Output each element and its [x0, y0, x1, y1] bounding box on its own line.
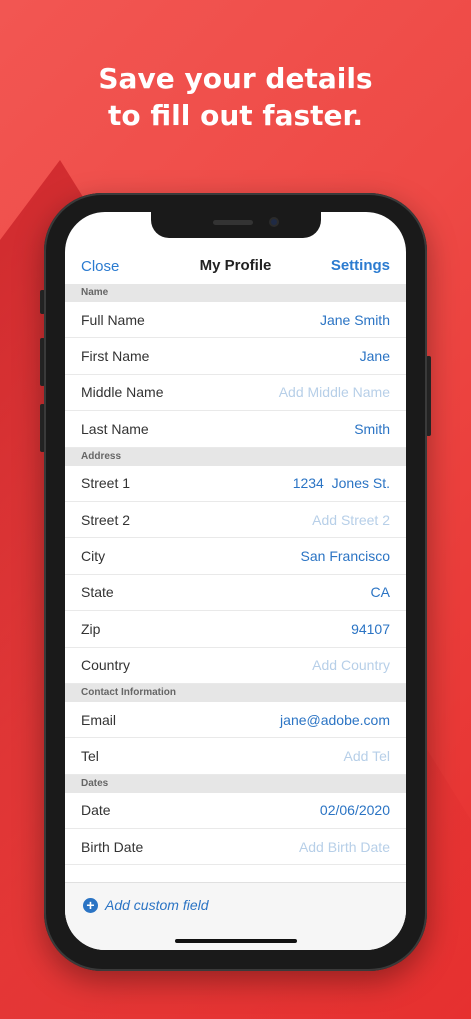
notch [151, 212, 321, 238]
row-placeholder[interactable]: Add Middle Name [279, 384, 390, 400]
row-full-name[interactable]: Full Name Jane Smith [65, 302, 406, 339]
settings-button[interactable]: Settings [331, 257, 390, 274]
row-placeholder[interactable]: Add Country [312, 657, 390, 673]
row-first-name[interactable]: First Name Jane [65, 338, 406, 375]
home-indicator[interactable] [175, 939, 297, 943]
row-email[interactable]: Email jane@adobe.com [65, 702, 406, 739]
row-label: Middle Name [81, 384, 164, 401]
row-middle-name[interactable]: Middle Name Add Middle Name [65, 375, 406, 412]
row-value[interactable]: Smith [354, 421, 390, 437]
row-tel[interactable]: Tel Add Tel [65, 738, 406, 775]
row-city[interactable]: City San Francisco [65, 538, 406, 575]
row-last-name[interactable]: Last Name Smith [65, 411, 406, 448]
row-value[interactable]: Jane Smith [320, 312, 390, 328]
row-value[interactable]: Jane [360, 348, 390, 364]
row-placeholder[interactable]: Add Street 2 [312, 512, 390, 528]
row-value[interactable]: jane@adobe.com [280, 712, 390, 728]
row-value[interactable]: 94107 [351, 621, 390, 637]
row-value[interactable]: 1234 Jones St. [293, 475, 390, 491]
section-header-address: Address [65, 447, 406, 466]
row-label: City [81, 548, 106, 565]
row-label: First Name [81, 348, 150, 365]
footer-bar: + Add custom field [65, 882, 406, 950]
row-label: Street 2 [81, 511, 131, 528]
row-label: Full Name [81, 311, 145, 328]
row-value[interactable]: 02/06/2020 [320, 802, 390, 818]
row-value[interactable]: San Francisco [301, 548, 390, 564]
row-street-2[interactable]: Street 2 Add Street 2 [65, 502, 406, 539]
section-header-contact: Contact Information [65, 683, 406, 702]
section-header-dates: Dates [65, 774, 406, 793]
row-street-1[interactable]: Street 1 1234 Jones St. [65, 466, 406, 502]
row-placeholder[interactable]: Add Tel [344, 748, 390, 764]
row-date[interactable]: Date 02/06/2020 [65, 793, 406, 830]
profile-list: Name Full Name Jane Smith First Name Jan… [65, 284, 406, 866]
phone-screen: Close My Profile Settings Name Full Name… [65, 212, 406, 950]
add-custom-field-button[interactable]: + Add custom field [83, 897, 209, 913]
row-label: Street 1 [81, 475, 131, 492]
row-country[interactable]: Country Add Country [65, 648, 406, 684]
add-custom-field-label: Add custom field [105, 897, 209, 913]
row-label: Date [81, 802, 111, 819]
row-birth-date[interactable]: Birth Date Add Birth Date [65, 829, 406, 866]
row-label: Last Name [81, 420, 149, 437]
row-label: Birth Date [81, 838, 144, 855]
row-label: Zip [81, 620, 101, 637]
section-header-name: Name [65, 284, 406, 302]
camera-icon [269, 217, 279, 227]
row-label: Email [81, 711, 117, 728]
row-label: Tel [81, 747, 99, 764]
row-label: State [81, 584, 114, 601]
speaker-icon [213, 220, 253, 225]
headline-line-1: Save your details [98, 62, 373, 95]
row-zip[interactable]: Zip 94107 [65, 611, 406, 648]
row-label: Country [81, 657, 131, 674]
headline: Save your details to fill out faster. [0, 60, 471, 134]
plus-circle-icon: + [83, 897, 98, 913]
headline-line-2: to fill out faster. [108, 99, 363, 132]
navigation-bar: Close My Profile Settings [65, 252, 406, 282]
row-value[interactable]: CA [371, 584, 390, 600]
row-placeholder[interactable]: Add Birth Date [299, 839, 390, 855]
row-state[interactable]: State CA [65, 575, 406, 612]
